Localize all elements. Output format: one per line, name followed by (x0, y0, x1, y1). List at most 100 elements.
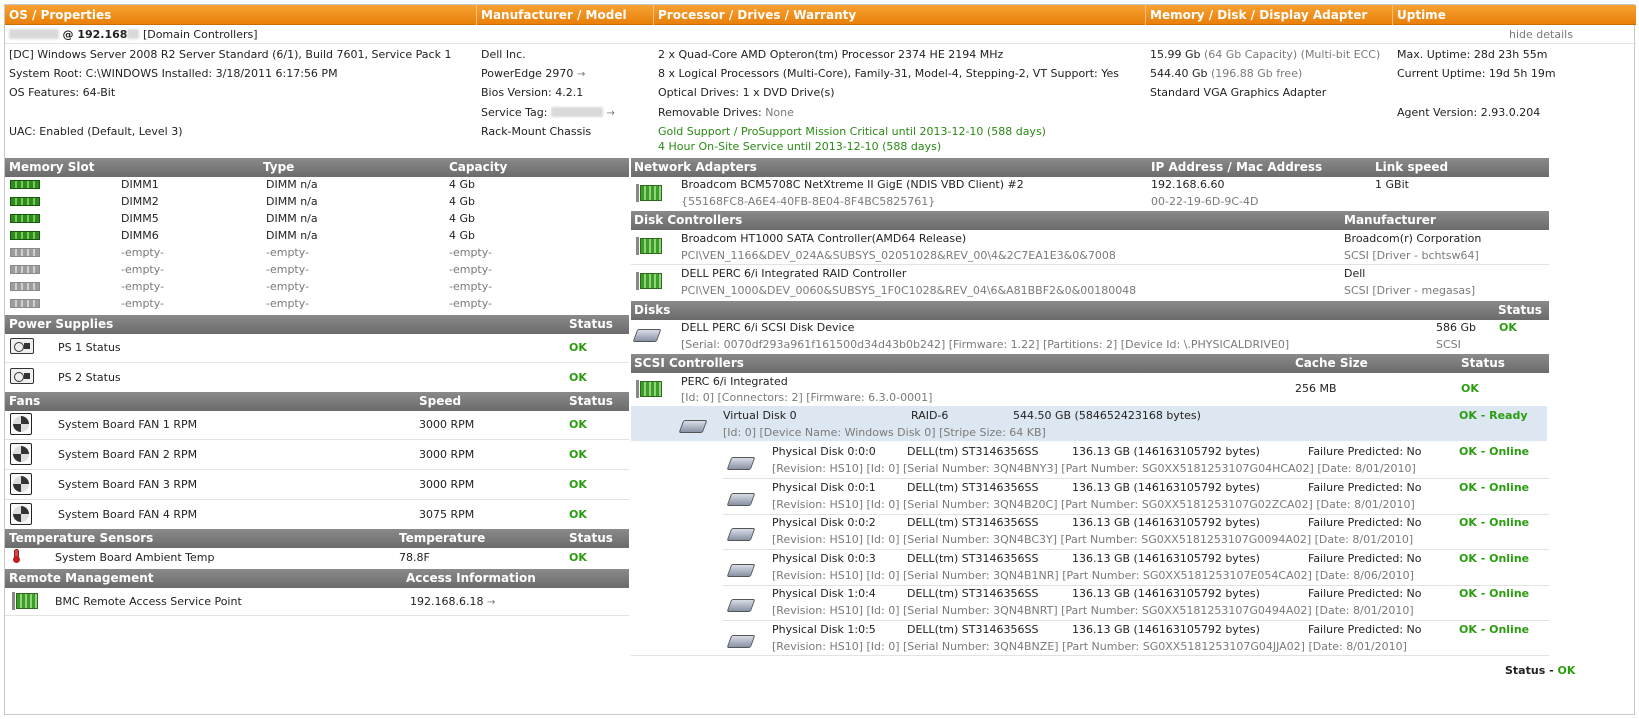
memory-capacity: 4 Gb (449, 212, 476, 225)
bmc-access-link[interactable]: 192.168.6.18 → (410, 595, 495, 610)
power-supply-icon (10, 368, 34, 384)
optical-drives: Optical Drives: 1 x DVD Drive(s) (658, 86, 835, 99)
manufacturer-model-link[interactable]: PowerEdge 2970 → (481, 67, 585, 82)
temperature-status: OK (569, 551, 587, 564)
physical-disk-status: OK - Online (1459, 552, 1530, 565)
fan-icon (10, 503, 32, 525)
ram-module-icon (10, 231, 40, 240)
network-card-icon (636, 184, 662, 202)
physical-disk-model: DELL(tm) ST3146356SS (907, 445, 1039, 458)
disk-size: 586 Gb (1436, 321, 1476, 334)
physical-disk-model: DELL(tm) ST3146356SS (907, 587, 1039, 600)
fan-speed: 3000 RPM (419, 478, 475, 491)
physical-disk-prediction: Failure Predicted: No (1308, 516, 1422, 529)
power-supply-name: PS 1 Status (58, 341, 121, 354)
host-ip: @ 192.168 (62, 28, 128, 41)
fan-icon (10, 473, 32, 495)
physical-disk-status: OK - Online (1459, 445, 1530, 458)
physical-disk-icon (726, 564, 756, 577)
power-supply-name: PS 2 Status (58, 371, 121, 384)
virtual-disk-icon (678, 420, 708, 433)
physical-disk-prediction: Failure Predicted: No (1308, 623, 1422, 636)
service-tag: Service Tag: → (481, 106, 615, 119)
ram-module-icon (10, 214, 40, 223)
physical-disk-status: OK - Online (1459, 516, 1530, 529)
memory-slot: DIMM1 (121, 178, 159, 191)
physical-disk-size: 136.13 GB (146163105792 bytes) (1072, 445, 1260, 458)
ram-empty-icon (10, 299, 40, 308)
scsi-controller-status: OK (1461, 382, 1479, 395)
physical-disk-prediction: Failure Predicted: No (1308, 552, 1422, 565)
chassis-type: Rack-Mount Chassis (481, 125, 592, 138)
network-adapter-guid: {55168FC8-A6E4-40FB-8E04-8F4BC5825761} (681, 195, 936, 208)
max-uptime: Max. Uptime: 28d 23h 55m (1397, 48, 1548, 61)
virtual-disk-detail: [Id: 0] [Device Name: Windows Disk 0] [S… (723, 426, 1046, 439)
bmc-name: BMC Remote Access Service Point (55, 595, 242, 608)
disk-controller-name: Broadcom HT1000 SATA Controller(AMD64 Re… (681, 232, 967, 245)
disk-interface: SCSI (1436, 338, 1461, 351)
virtual-disk-name: Virtual Disk 0 (723, 409, 797, 422)
memory-slot-header: Memory Slot Type Capacity (5, 158, 629, 177)
disk-controllers-header: Disk Controllers Manufacturer (631, 211, 1549, 230)
disk-controller-driver: SCSI [Driver - bchtsw64] (1344, 249, 1479, 262)
network-link-speed: 1 GBit (1375, 178, 1409, 191)
os-uac: UAC: Enabled (Default, Level 3) (9, 125, 183, 138)
memory-slot: DIMM2 (121, 195, 159, 208)
warranty-onsite: 4 Hour On-Site Service until 2013-12-10 … (658, 140, 942, 153)
physical-disk-size: 136.13 GB (146163105792 bytes) (1072, 552, 1260, 565)
host-name-redacted (9, 29, 59, 39)
memory-type: -empty- (266, 246, 310, 259)
os-system-root: System Root: C:\WINDOWS Installed: 3/18/… (9, 67, 338, 80)
physical-disk-detail: [Revision: HS10] [Id: 0] [Serial Number:… (772, 640, 1407, 653)
os-version: [DC] Windows Server 2008 R2 Server Stand… (9, 48, 452, 61)
manufacturer-vendor: Dell Inc. (481, 48, 526, 61)
physical-disk-size: 136.13 GB (146163105792 bytes) (1072, 623, 1260, 636)
system-details-panel: OS / Properties Manufacturer / Model Pro… (4, 4, 1636, 715)
fan-icon (10, 413, 32, 435)
fan-status: OK (569, 508, 587, 521)
header-manufacturer: Manufacturer / Model (481, 8, 627, 22)
scsi-controller-name: PERC 6/i Integrated (681, 375, 788, 388)
physical-disk-detail: [Revision: HS10] [Id: 0] [Serial Number:… (772, 462, 1416, 475)
physical-disk-size: 136.13 GB (146163105792 bytes) (1072, 516, 1260, 529)
memory-slot: DIMM5 (121, 212, 159, 225)
ram-empty-icon (10, 282, 40, 291)
power-supply-status: OK (569, 371, 587, 384)
fan-name: System Board FAN 3 RPM (58, 478, 198, 491)
memory-capacity: 4 Gb (449, 195, 476, 208)
disks-header: Disks Status (631, 301, 1549, 320)
memory-capacity: -empty- (449, 263, 493, 276)
scsi-cache-size: 256 MB (1295, 382, 1337, 395)
hide-details-link[interactable]: hide details (1509, 28, 1573, 42)
os-features: OS Features: 64-Bit (9, 86, 116, 99)
disk-controller-manufacturer: Dell (1344, 267, 1366, 280)
controller-card-icon (636, 237, 662, 255)
memory-slot: -empty- (121, 280, 165, 293)
network-adapter-name: Broadcom BCM5708C NetXtreme II GigE (NDI… (681, 178, 1024, 191)
memory-type: -empty- (266, 263, 310, 276)
disk-controller-pnp: PCI\VEN_1166&DEV_024A&SUBSYS_02051028&RE… (681, 249, 1116, 262)
memory-capacity: 4 Gb (449, 229, 476, 242)
physical-disk-name: Physical Disk 0:0:2 (772, 516, 876, 529)
arrow-right-icon[interactable]: → (606, 108, 614, 119)
disk-status: OK (1499, 321, 1517, 334)
header-os: OS / Properties (9, 8, 112, 22)
bmc-card-icon (12, 592, 38, 610)
physical-disk-icon (726, 635, 756, 648)
physical-disk-detail: [Revision: HS10] [Id: 0] [Serial Number:… (772, 604, 1414, 617)
disk-name: DELL PERC 6/i SCSI Disk Device (681, 321, 855, 334)
cpu-info: 2 x Quad-Core AMD Opteron(tm) Processor … (658, 48, 1004, 61)
physical-disk-icon (726, 599, 756, 612)
arrow-right-icon: → (486, 597, 496, 608)
scsi-card-icon (636, 380, 662, 398)
fan-status: OK (569, 478, 587, 491)
thermometer-icon (13, 549, 20, 563)
fan-speed: 3075 RPM (419, 508, 475, 521)
physical-disk-model: DELL(tm) ST3146356SS (907, 516, 1039, 529)
host-role: [Domain Controllers] (142, 28, 258, 41)
virtual-disk-status: OK - Ready (1459, 409, 1528, 422)
memory-slot: -empty- (121, 246, 165, 259)
physical-disk-name: Physical Disk 0:0:0 (772, 445, 876, 458)
network-mac: 00-22-19-6D-9C-4D (1151, 195, 1259, 208)
memory-capacity: -empty- (449, 297, 493, 310)
